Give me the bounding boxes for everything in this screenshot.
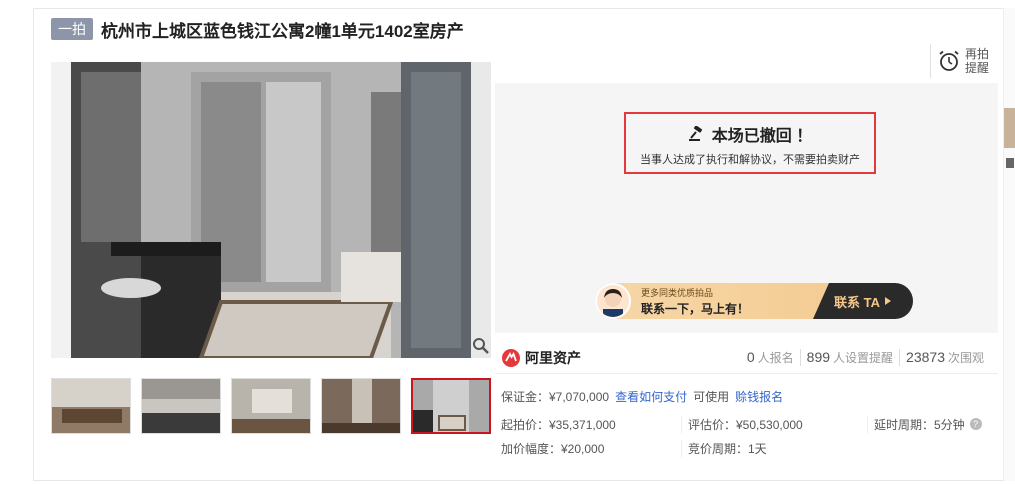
- gavel-icon: [688, 126, 702, 141]
- delay-period-text: 延时周期：5分钟: [874, 417, 965, 432]
- notice-subtitle: 当事人达成了执行和解协议，不需要拍卖财产: [640, 154, 860, 166]
- side-thumbnail[interactable]: [1004, 108, 1015, 148]
- remind-line1: 再拍: [965, 47, 990, 61]
- banner-subtitle: 更多同类优质拍品: [641, 288, 714, 298]
- thumbnail-4[interactable]: [321, 378, 401, 434]
- stat-views-count: 23873: [906, 349, 945, 365]
- info-bar: 阿里资产 0 人报名 899 人设置提醒 23873 次围观: [495, 342, 998, 374]
- bid-increment: 加价幅度：¥20,000: [501, 441, 605, 456]
- thumbnail-2[interactable]: [141, 378, 221, 434]
- title-row: 一拍 杭州市上城区蓝色钱江公寓2幢1单元1402室房产: [51, 17, 464, 41]
- right-edge-panel: [1003, 8, 1015, 481]
- stat-registered-label: 人报名: [757, 351, 794, 365]
- play-arrow-icon: [884, 297, 891, 305]
- main-photo[interactable]: [51, 62, 491, 358]
- price-row-2: 加价幅度：¥20,000 竞价周期：1天: [495, 436, 998, 460]
- re-auction-remind-button[interactable]: 再拍 提醒: [930, 44, 989, 78]
- remind-label: 再拍 提醒: [965, 47, 989, 75]
- thumbnail-3[interactable]: [231, 378, 311, 434]
- deposit-row: 保证金：¥7,070,000 查看如何支付 可使用 赊钱报名: [501, 388, 783, 405]
- stat-reminders: 899 人设置提醒: [799, 349, 899, 366]
- price-row-1: 起拍价：¥35,371,000 评估价：¥50,530,000 延时周期：5分钟…: [495, 412, 998, 436]
- side-marker: [1006, 158, 1014, 168]
- notice-title-row: 本场已撤回 ！: [626, 122, 874, 146]
- stat-views: 23873 次围观: [899, 349, 990, 366]
- stat-registered: 0 人报名: [741, 349, 800, 366]
- delay-period: 延时周期：5分钟 ?: [867, 415, 997, 433]
- contact-ta-label: 联系 TA: [834, 294, 880, 310]
- stat-registered-count: 0: [746, 349, 755, 365]
- ali-assets-logo[interactable]: 阿里资产: [501, 348, 581, 368]
- zoom-icon[interactable]: [472, 337, 490, 355]
- deposit-available-text: 可使用: [693, 390, 730, 404]
- contact-banner[interactable]: 更多同类优质拍品 联系一下，马上有！ 联系 TA: [595, 283, 913, 319]
- notice-title: 本场已撤回 ！: [711, 128, 813, 145]
- help-icon[interactable]: ?: [969, 418, 982, 430]
- auction-round-tag: 一拍: [51, 18, 93, 40]
- stat-reminders-label: 人设置提醒: [833, 351, 894, 365]
- credit-register-link[interactable]: 赊钱报名: [735, 388, 783, 405]
- agent-avatar: [595, 283, 631, 319]
- stats: 0 人报名 899 人设置提醒 23873 次围观: [741, 349, 990, 366]
- stat-views-label: 次围观: [947, 351, 984, 365]
- thumbnail-strip: [51, 378, 501, 434]
- starting-price: 起拍价：¥35,371,000: [501, 417, 616, 432]
- thumbnail-5-selected[interactable]: [411, 378, 491, 434]
- assessed-price: 评估价：¥50,530,000: [681, 415, 867, 433]
- remind-line2: 提醒: [965, 61, 990, 75]
- how-to-pay-link[interactable]: 查看如何支付: [615, 388, 687, 405]
- stat-reminders-count: 899: [806, 349, 831, 365]
- price-grid: 起拍价：¥35,371,000 评估价：¥50,530,000 延时周期：5分钟…: [495, 412, 998, 460]
- contact-ta-button[interactable]: 联系 TA: [813, 283, 913, 319]
- alarm-clock-icon: [939, 50, 959, 71]
- logo-text: 阿里资产: [525, 349, 581, 366]
- bidding-cycle: 竞价周期：1天: [681, 439, 867, 457]
- page-title: 杭州市上城区蓝色钱江公寓2幢1单元1402室房产: [101, 21, 464, 41]
- deposit-amount: 保证金：¥7,070,000: [501, 390, 610, 404]
- banner-headline: 联系一下，马上有！: [641, 302, 750, 316]
- thumbnail-1[interactable]: [51, 378, 131, 434]
- ali-assets-logo-icon: [502, 348, 520, 367]
- withdrawn-notice: 本场已撤回 ！ 当事人达成了执行和解协议，不需要拍卖财产: [624, 112, 876, 174]
- banner-text: 更多同类优质拍品 联系一下，马上有！: [631, 283, 813, 319]
